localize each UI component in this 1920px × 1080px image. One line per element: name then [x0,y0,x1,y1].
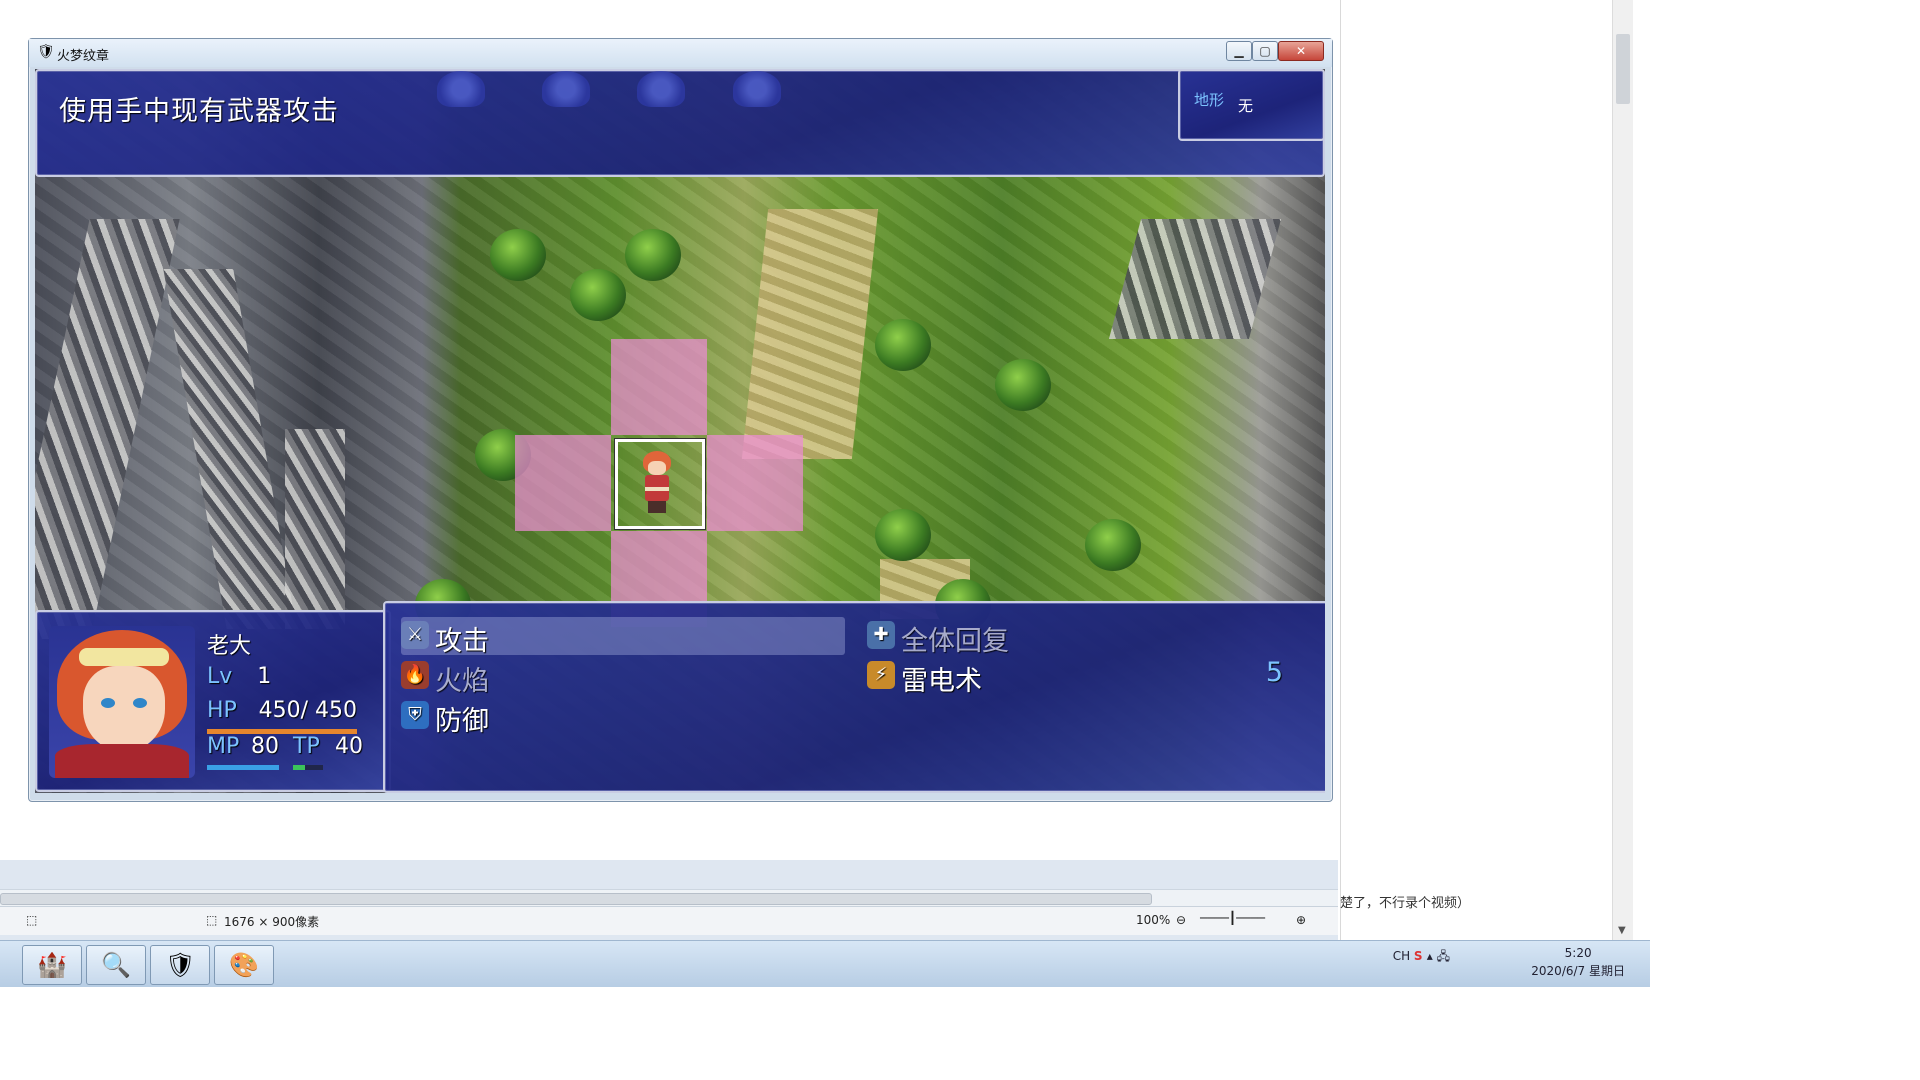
taskbar-game-app[interactable]: 🛡 [150,945,210,985]
tray-expand-icon[interactable]: ▴ [1427,949,1433,963]
window-title: 火梦纹章 [57,49,110,64]
system-tray: CH S ▴ 🖧 [1393,947,1450,968]
skill-cost: 5 [1265,657,1283,688]
zoom-in-icon[interactable]: ⊕ [1296,913,1306,927]
tp-label: TP [293,734,320,759]
player-unit-sprite[interactable] [637,451,677,513]
enemy-sprite [542,71,590,107]
hp-label: HP [207,698,237,723]
heal-icon: ✚ [867,621,895,649]
mp-gauge [207,765,279,770]
image-size-text: 1676 × 900像素 [224,915,320,929]
taskbar-paint[interactable]: 🎨 [214,945,274,985]
mp-label: MP [207,734,240,759]
attack-range-tile[interactable] [611,339,707,435]
search-icon: 🔍 [101,951,131,979]
help-window: 使用手中现有武器攻击 [35,69,1325,177]
lightning-icon: ⚡ [867,661,895,689]
command-label: 攻击 [435,626,489,657]
actor-mp: MP 80 [207,734,279,759]
level-label: Lv [207,664,233,689]
game-window: 🛡 火梦纹章 ▁ ▢ ✕ 使用手中现有武器攻击 地形 无 老大 Lv 1 HP … [28,38,1333,802]
enemy-sprite [733,71,781,107]
side-note-text: 楚了，不行录个视频） [1340,896,1471,911]
tree [875,509,931,561]
app-shield-icon: 🛡 [37,44,55,60]
command-fire[interactable]: 🔥 火焰 [401,657,845,697]
command-thunder[interactable]: ⚡ 雷电术 5 [867,657,1311,697]
maximize-button[interactable]: ▢ [1252,41,1278,61]
enemy-sprite [637,71,685,107]
clock-time: 5:20 [1564,946,1592,960]
actor-status-window: 老大 Lv 1 HP 450/ 450 MP 80 TP 40 [35,610,391,792]
input-method-icon[interactable]: S [1414,949,1427,963]
level-value: 1 [257,664,272,689]
scroll-down-arrow-icon[interactable]: ▼ [1618,925,1626,936]
terrain-value: 无 [1238,97,1254,115]
attack-range-tile[interactable] [515,435,611,531]
tp-gauge [293,765,323,770]
tp-value: 40 [335,734,363,759]
tree [1085,519,1141,571]
zoom-level: 100% [1136,913,1171,927]
command-attack[interactable]: ⚔ 攻击 [401,617,845,657]
taskbar: 🏰 🔍 🛡 🎨 CH S ▴ 🖧 5:20 2020/6/7 星期日 [0,940,1650,987]
game-area[interactable]: 使用手中现有武器攻击 地形 无 老大 Lv 1 HP 450/ 450 MP 8… [35,69,1325,793]
taskbar-search[interactable]: 🔍 [86,945,146,985]
shield-icon: ⛨ [401,701,429,729]
rock-cliff [285,429,345,629]
side-pane [1340,0,1611,940]
close-button[interactable]: ✕ [1278,41,1324,61]
clock-date: 2020/6/7 星期日 [1531,964,1625,978]
rock-cliff [35,219,180,639]
image-size-icon: ⬚ [206,913,218,927]
attack-range-tile[interactable] [707,435,803,531]
paint-icon: 🎨 [229,951,259,979]
command-guard[interactable]: ⛨ 防御 [401,697,845,737]
side-vertical-scrollbar[interactable]: ▼ [1612,0,1633,940]
terrain-window: 地形 无 [1178,69,1325,141]
tree [490,229,546,281]
minimize-button[interactable]: ▁ [1226,41,1252,61]
rock-cliff [163,269,297,629]
command-label: 火焰 [435,666,489,697]
mp-value: 80 [251,734,279,759]
taskbar-game-launcher[interactable]: 🏰 [22,945,82,985]
terrain-label: 地形 [1194,91,1225,109]
actor-name: 老大 [207,634,252,659]
help-text: 使用手中现有武器攻击 [59,96,339,127]
actor-level: Lv 1 [207,664,271,689]
actor-portrait [49,626,195,778]
sword-icon: ⚔ [401,621,429,649]
game-app-icon: 🛡 [165,951,196,979]
dirt-path [741,209,879,459]
network-icon[interactable]: 🖧 [1437,949,1450,963]
select-cursor-icon: ⬚ [26,913,38,927]
actor-hp: HP 450/ 450 [207,698,357,723]
zoom-out-icon[interactable]: ⊖ [1176,913,1186,927]
host-hscroll-thumb[interactable] [0,893,1152,905]
command-window: ⚔ 攻击 🔥 火焰 ⛨ 防御 ✚ 全体回复 ⚡ 雷电术 5 [383,601,1325,793]
command-label: 雷电术 [901,666,982,697]
window-titlebar[interactable]: 🛡 火梦纹章 ▁ ▢ ✕ [29,39,1332,67]
game-launcher-icon: 🏰 [37,951,67,979]
command-label: 防御 [435,706,489,737]
tray-language[interactable]: CH [1393,949,1410,963]
clock[interactable]: 5:20 2020/6/7 星期日 [1531,944,1625,980]
tree [875,319,931,371]
tree [625,229,681,281]
hp-value: 450/ 450 [258,698,357,723]
command-label: 全体回复 [901,626,1009,657]
host-horizontal-scrollbar[interactable] [0,889,1338,906]
actor-tp: TP 40 [293,734,363,759]
side-scroll-thumb[interactable] [1616,34,1630,104]
tree [995,359,1051,411]
tree [570,269,626,321]
host-status-bar: ⬚ ⬚ 1676 × 900像素 100% ⊖ ────┃──── ⊕ [0,906,1338,935]
rock-cliff [1108,219,1282,339]
command-heal-all[interactable]: ✚ 全体回复 [867,617,1311,657]
zoom-slider[interactable]: ────┃──── [1200,911,1265,925]
fire-icon: 🔥 [401,661,429,689]
enemy-sprite [437,71,485,107]
